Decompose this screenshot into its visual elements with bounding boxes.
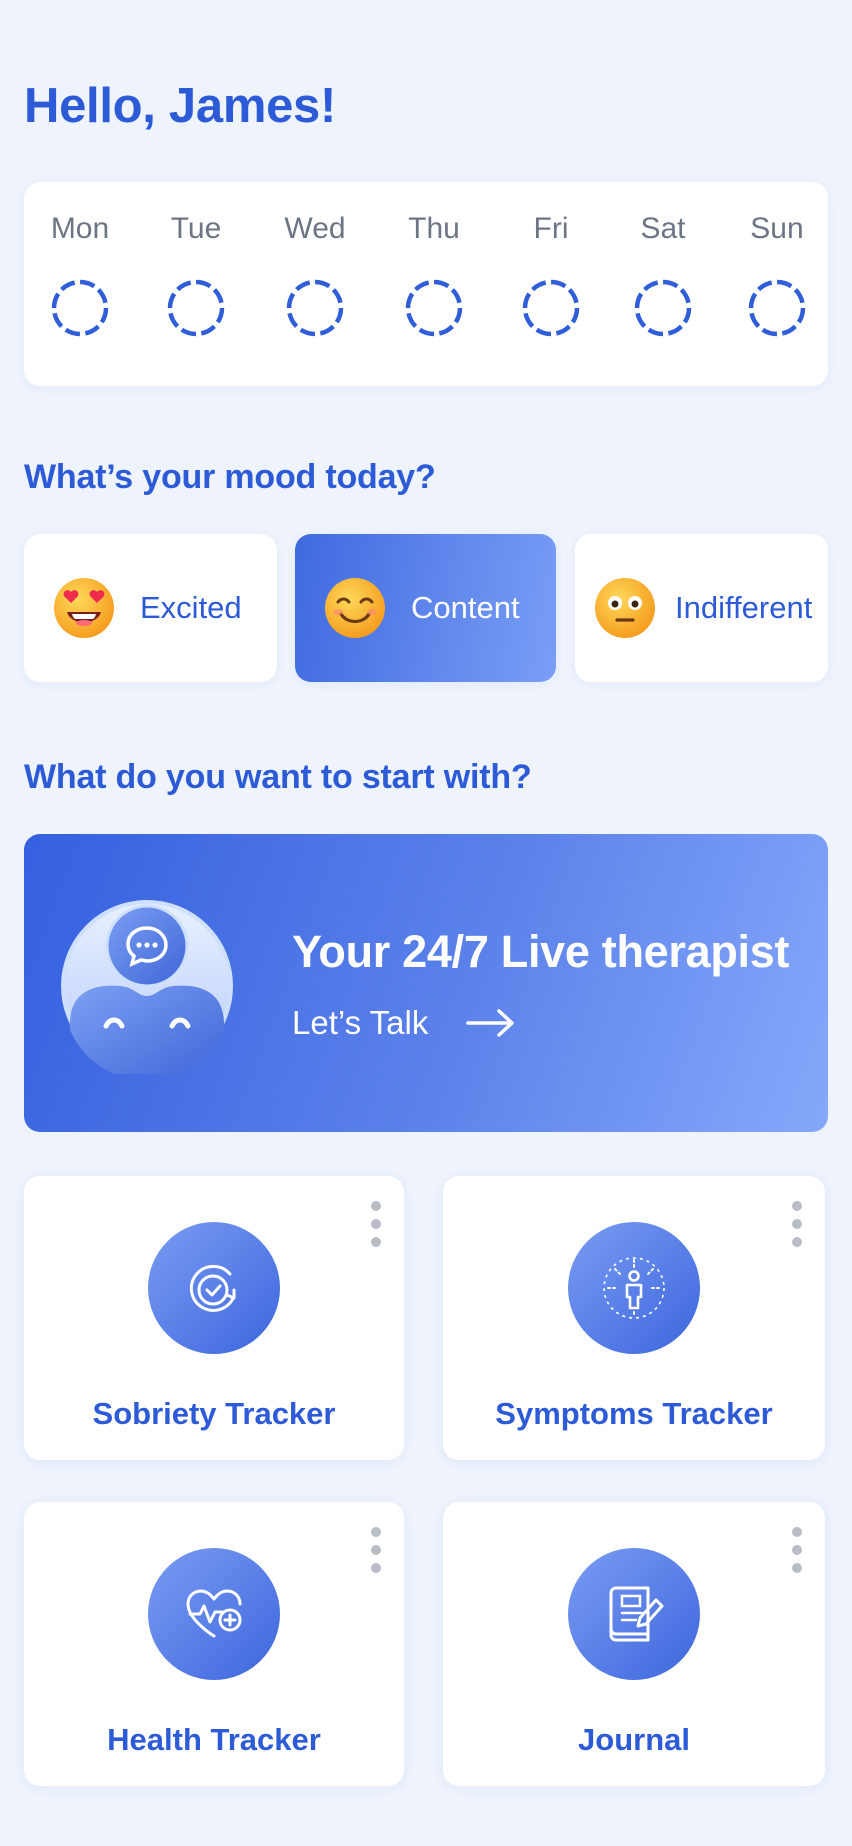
- mood-label: Excited: [140, 590, 242, 625]
- more-options-icon[interactable]: [370, 1200, 382, 1248]
- more-options-icon[interactable]: [370, 1526, 382, 1574]
- day-label: Wed: [284, 212, 346, 245]
- day-progress-ring: [167, 279, 225, 337]
- day-progress-ring: [405, 279, 463, 337]
- neutral-face-emoji-icon: [595, 578, 655, 638]
- day-thu[interactable]: Thu: [384, 212, 484, 338]
- day-label: Sat: [640, 212, 686, 245]
- mood-label: Content: [411, 590, 520, 625]
- mood-label: Indifferent: [675, 590, 813, 625]
- lets-talk-label: Let’s Talk: [292, 1004, 429, 1041]
- week-tracker-card: Mon Tue Wed Thu Fri Sat Sun: [24, 182, 828, 386]
- day-label: Fri: [533, 212, 569, 245]
- banner-title: Your 24/7 Live therapist: [292, 926, 790, 977]
- day-label: Sun: [750, 212, 804, 245]
- tile-sobriety-tracker[interactable]: Sobriety Tracker: [24, 1176, 404, 1460]
- day-label: Tue: [170, 212, 222, 245]
- mood-option-indifferent[interactable]: Indifferent: [575, 534, 828, 682]
- smiling-face-emoji-icon: [325, 578, 385, 638]
- arrow-right-icon: [466, 1009, 515, 1037]
- mood-option-content[interactable]: Content: [295, 534, 556, 682]
- day-progress-ring: [51, 279, 109, 337]
- tile-journal[interactable]: Journal: [443, 1502, 825, 1786]
- more-options-icon[interactable]: [791, 1526, 803, 1574]
- day-tue[interactable]: Tue: [146, 212, 246, 338]
- greeting-title: Hello, James!: [24, 79, 337, 133]
- lets-talk-button[interactable]: Let’s Talk: [292, 1004, 516, 1042]
- tile-label: Symptoms Tracker: [495, 1396, 773, 1431]
- home-screen: Hello, James! Mon Tue Wed Thu Fri Sat Su…: [0, 0, 852, 1846]
- chat-bot-avatar-icon: [61, 900, 233, 1074]
- live-therapist-banner[interactable]: Your 24/7 Live therapist Let’s Talk: [24, 834, 828, 1132]
- heart-pulse-icon: [148, 1548, 280, 1680]
- tile-label: Health Tracker: [107, 1722, 321, 1757]
- day-progress-ring: [522, 279, 580, 337]
- day-progress-ring: [634, 279, 692, 337]
- day-label: Thu: [408, 212, 460, 245]
- start-section-title: What do you want to start with?: [24, 758, 532, 796]
- day-sun[interactable]: Sun: [727, 212, 827, 338]
- day-progress-ring: [748, 279, 806, 337]
- tile-label: Journal: [578, 1722, 690, 1757]
- day-label: Mon: [50, 212, 110, 245]
- tile-symptoms-tracker[interactable]: Symptoms Tracker: [443, 1176, 825, 1460]
- tile-label: Sobriety Tracker: [92, 1396, 336, 1431]
- more-options-icon[interactable]: [791, 1200, 803, 1248]
- day-fri[interactable]: Fri: [501, 212, 601, 338]
- day-progress-ring: [286, 279, 344, 337]
- tile-health-tracker[interactable]: Health Tracker: [24, 1502, 404, 1786]
- mood-option-excited[interactable]: Excited: [24, 534, 277, 682]
- star-struck-emoji-icon: [54, 578, 114, 638]
- day-wed[interactable]: Wed: [265, 212, 365, 338]
- journal-pen-icon: [568, 1548, 700, 1680]
- day-mon[interactable]: Mon: [30, 212, 130, 338]
- day-sat[interactable]: Sat: [613, 212, 713, 338]
- symptoms-body-icon: [568, 1222, 700, 1354]
- mood-section-title: What’s your mood today?: [24, 458, 436, 496]
- sobriety-check-icon: [148, 1222, 280, 1354]
